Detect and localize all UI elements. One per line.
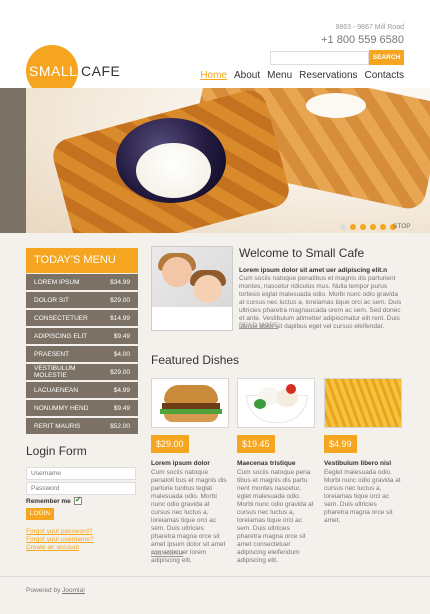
dish-description: Cum sociis natoque pena tibus et magnis … — [237, 469, 314, 564]
slider-stop-button[interactable]: STOP — [393, 223, 411, 230]
menu-item-name: RERIT MAURIS — [34, 422, 81, 430]
remember-me-checkbox[interactable] — [73, 495, 82, 505]
username-field[interactable]: Username — [26, 467, 136, 480]
remember-me: Remember me — [26, 495, 82, 505]
menu-item-price: $9.49 — [113, 332, 130, 340]
logo-small-text[interactable]: SMALL — [29, 63, 77, 79]
photo-face — [194, 275, 222, 303]
menu-item[interactable]: VESTIBULUM MOLESTIE $29.00 — [26, 364, 138, 380]
hero-waffle-image — [26, 88, 430, 233]
hero-banner — [0, 88, 430, 233]
menu-item[interactable]: LOREM IPSUM $34.99 — [26, 274, 138, 290]
dish-name[interactable]: Lorem ipsum dolor — [151, 460, 231, 467]
login-form-title: Login Form — [26, 444, 87, 458]
menu-item[interactable]: DOLOR SIT $29.00 — [26, 292, 138, 308]
dish-image-burger[interactable] — [151, 378, 229, 428]
nav-contacts[interactable]: Contacts — [365, 70, 404, 81]
forgot-username-link[interactable]: Forgot your username? — [26, 536, 94, 543]
burger-bun — [164, 385, 218, 403]
footer: Powered by Joomla! — [26, 587, 85, 594]
dish-price: $29.00 — [151, 435, 189, 453]
mint-leaf — [254, 399, 266, 409]
menu-item-name: VESTIBULUM MOLESTIE — [34, 365, 76, 379]
menu-item-name: ADIPISCING ELIT — [34, 332, 88, 340]
welcome-title: Welcome to Small Cafe — [239, 246, 365, 260]
menu-item-name: LACUAENEAN — [34, 386, 79, 394]
menu-item-name: DOLOR SIT — [34, 296, 70, 304]
cream-topping — [306, 93, 366, 118]
nav-home[interactable]: Home — [200, 70, 227, 81]
footer-powered-by: Powered by — [26, 587, 61, 594]
phone-text: +1 800 559 6580 — [321, 34, 404, 46]
logo-cafe-text[interactable]: CAFE — [81, 63, 120, 79]
slider-dot[interactable] — [360, 224, 366, 230]
menu-item-price: $52.00 — [110, 422, 130, 430]
featured-dishes-title: Featured Dishes — [151, 353, 240, 367]
menu-item-price: $34.99 — [110, 278, 130, 286]
fries — [325, 379, 401, 427]
burger-bun — [164, 414, 218, 422]
menu-item-price: $29.00 — [110, 296, 130, 304]
site-header: SMALL CAFE 9863 - 9867 Mill Road +1 800 … — [0, 0, 430, 97]
slider-dot[interactable] — [350, 224, 356, 230]
menu-item-price: $4.99 — [113, 386, 130, 394]
dish-image-ice-cream[interactable] — [237, 378, 315, 428]
strawberry — [286, 384, 296, 394]
dish-name[interactable]: Vestibulum libero nisl — [324, 460, 404, 467]
nav-reservations[interactable]: Reservations — [299, 70, 357, 81]
menu-item-price: $29.00 — [110, 368, 130, 376]
photo-shirt — [152, 307, 232, 330]
footer-link[interactable]: Joomla! — [62, 587, 85, 594]
slider-dot[interactable] — [340, 224, 346, 230]
slider-dot[interactable] — [370, 224, 376, 230]
photo-face — [162, 257, 192, 287]
slider-dot[interactable] — [380, 224, 386, 230]
search-button[interactable]: SEARCH — [369, 50, 404, 65]
menu-item[interactable]: CONSECTETUER $14.99 — [26, 310, 138, 326]
read-more-link[interactable]: READ MORE — [239, 322, 278, 329]
dish-description: Eeglet malesuada odio. Morbi nunc odio g… — [324, 469, 401, 524]
menu-item-price: $14.99 — [110, 314, 130, 322]
welcome-photo — [151, 246, 233, 331]
menu-item-name: CONSECTETUER — [34, 314, 88, 322]
menu-item-price: $4.00 — [113, 350, 130, 358]
all-menu-link[interactable]: ALL MENU — [151, 550, 183, 557]
dish-price: $4.99 — [324, 435, 357, 453]
password-field[interactable]: Password — [26, 482, 136, 495]
todays-menu-title: TODAY'S MENU — [26, 248, 138, 273]
menu-item-name: PRAESENT — [34, 350, 70, 358]
menu-item[interactable]: PRAESENT $4.00 — [26, 346, 138, 362]
menu-item-name: NONUMMY HEND — [34, 404, 89, 412]
login-button[interactable]: LOGIN — [26, 508, 54, 520]
dish-name[interactable]: Maecenas tristique — [237, 460, 317, 467]
menu-item[interactable]: LACUAENEAN $4.99 — [26, 382, 138, 398]
dish-image-fries[interactable] — [324, 378, 402, 428]
search-input[interactable] — [270, 51, 369, 65]
remember-me-label: Remember me — [26, 497, 71, 505]
main-nav: Home About Menu Reservations Contacts — [200, 70, 404, 81]
slider-dots — [340, 224, 396, 230]
menu-item[interactable]: ADIPISCING ELIT $9.49 — [26, 328, 138, 344]
menu-item-price: $9.49 — [113, 404, 130, 412]
footer-divider — [0, 576, 430, 577]
menu-item-name: LOREM IPSUM — [34, 278, 80, 286]
todays-menu-list: LOREM IPSUM $34.99 DOLOR SIT $29.00 CONSEC… — [26, 274, 138, 436]
dish-price: $19.45 — [237, 435, 275, 453]
nav-menu[interactable]: Menu — [267, 70, 292, 81]
menu-item[interactable]: RERIT MAURIS $52.00 — [26, 418, 138, 434]
forgot-password-link[interactable]: Forgot your password? — [26, 528, 92, 535]
address-text: 9863 - 9867 Mill Road — [335, 24, 405, 31]
menu-item[interactable]: NONUMMY HEND $9.49 — [26, 400, 138, 416]
nav-about[interactable]: About — [234, 70, 260, 81]
cream-topping — [136, 143, 211, 198]
welcome-bold-line: Lorem ipsum dolor sit amet uer adipiscin… — [239, 267, 388, 274]
create-account-link[interactable]: Create an account — [26, 544, 79, 551]
